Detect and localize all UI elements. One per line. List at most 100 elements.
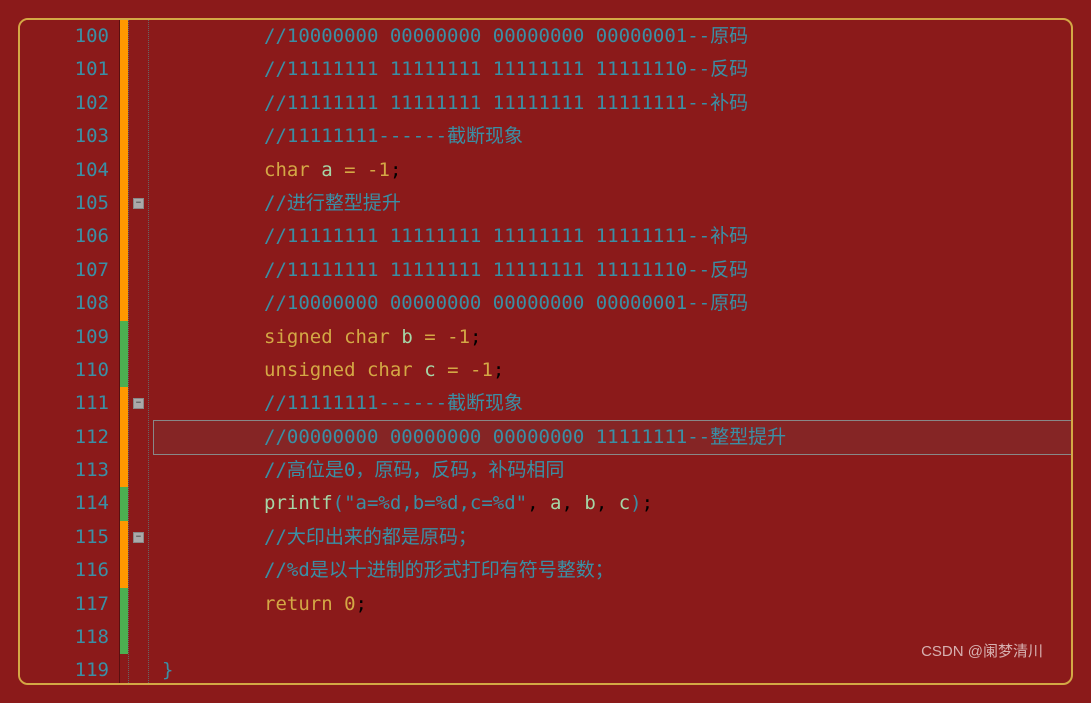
fold-slot	[129, 120, 148, 153]
token-identifier: a	[321, 159, 332, 181]
change-marker	[120, 387, 128, 420]
fold-collapse-icon[interactable]: −	[133, 398, 144, 409]
token-identifier: c	[619, 492, 630, 514]
token-plain: ;	[470, 326, 481, 348]
change-marker	[120, 187, 128, 220]
change-marker	[120, 87, 128, 120]
line-number: 104	[20, 154, 109, 187]
comment-text: //10000000 00000000 00000000 00000001--原…	[264, 292, 748, 314]
code-line[interactable]: //11111111 11111111 11111111 11111111--补…	[154, 87, 1071, 120]
fold-slot	[129, 621, 148, 654]
token-plain	[310, 159, 321, 181]
change-bar	[120, 20, 128, 683]
change-marker	[120, 621, 128, 654]
editor-frame: 1001011021031041051061071081091101111121…	[18, 18, 1073, 685]
code-line[interactable]: unsigned char c = -1;	[154, 354, 1071, 387]
token-plain: ,	[596, 492, 619, 514]
line-number: 100	[20, 20, 109, 53]
code-line[interactable]: //大印出来的都是原码；	[154, 521, 1071, 554]
line-number: 118	[20, 621, 109, 654]
line-number: 117	[20, 588, 109, 621]
code-line[interactable]: return 0;	[154, 588, 1071, 621]
token-plain	[390, 326, 401, 348]
change-marker	[120, 287, 128, 320]
fold-collapse-icon[interactable]: −	[133, 532, 144, 543]
fold-slot	[129, 254, 148, 287]
comment-text: //11111111 11111111 11111111 11111110--反…	[264, 259, 748, 281]
code-line[interactable]: printf("a=%d,b=%d,c=%d", a, b, c);	[154, 487, 1071, 520]
change-marker	[120, 220, 128, 253]
code-line[interactable]: //11111111 11111111 11111111 11111110--反…	[154, 53, 1071, 86]
line-number: 101	[20, 53, 109, 86]
code-content[interactable]: //10000000 00000000 00000000 00000001--原…	[154, 20, 1071, 683]
token-plain	[333, 593, 344, 615]
comment-text: //11111111------截断现象	[264, 125, 523, 147]
comment-text: //大印出来的都是原码；	[264, 526, 477, 548]
change-marker	[120, 588, 128, 621]
comment-text: //11111111 11111111 11111111 11111111--补…	[264, 225, 748, 247]
fold-collapse-icon[interactable]: −	[133, 198, 144, 209]
token-number: 1	[459, 326, 470, 348]
token-operator: =	[424, 326, 435, 348]
change-marker	[120, 654, 128, 685]
token-identifier: c	[424, 359, 435, 381]
token-plain: ;	[642, 492, 653, 514]
token-plain: ;	[493, 359, 504, 381]
fold-slot	[129, 654, 148, 685]
token-operator: =	[344, 159, 355, 181]
code-line[interactable]: //11111111 11111111 11111111 11111111--补…	[154, 220, 1071, 253]
line-number: 111	[20, 387, 109, 420]
change-marker	[120, 254, 128, 287]
token-keyword: return	[264, 593, 333, 615]
code-line[interactable]: //11111111------截断现象	[154, 387, 1071, 420]
fold-slot	[129, 554, 148, 587]
comment-text: //%d是以十进制的形式打印有符号整数；	[264, 559, 614, 581]
comment-text: //10000000 00000000 00000000 00000001--原…	[264, 25, 748, 47]
token-keyword: signed	[264, 326, 333, 348]
change-marker	[120, 154, 128, 187]
code-line[interactable]: signed char b = -1;	[154, 321, 1071, 354]
token-keyword: char	[344, 326, 390, 348]
fold-slot	[129, 53, 148, 86]
token-plain	[333, 159, 344, 181]
comment-text: //00000000 00000000 00000000 11111111--整…	[264, 426, 786, 448]
code-line[interactable]: //10000000 00000000 00000000 00000001--原…	[154, 20, 1071, 53]
token-identifier: b	[401, 326, 412, 348]
fold-slot	[129, 287, 148, 320]
fold-slot	[129, 487, 148, 520]
code-line[interactable]: char a = -1;	[154, 154, 1071, 187]
code-line[interactable]: //11111111 11111111 11111111 11111110--反…	[154, 254, 1071, 287]
code-line[interactable]: //进行整型提升	[154, 187, 1071, 220]
code-line[interactable]: //10000000 00000000 00000000 00000001--原…	[154, 287, 1071, 320]
line-number: 106	[20, 220, 109, 253]
line-number: 114	[20, 487, 109, 520]
fold-slot	[129, 454, 148, 487]
token-plain	[413, 359, 424, 381]
code-line[interactable]: //%d是以十进制的形式打印有符号整数；	[154, 554, 1071, 587]
comment-text: //高位是0，原码，反码，补码相同	[264, 459, 564, 481]
token-identifier: a	[550, 492, 561, 514]
comment-text: //11111111 11111111 11111111 11111111--补…	[264, 92, 748, 114]
line-number: 112	[20, 421, 109, 454]
code-line[interactable]: //高位是0，原码，反码，补码相同	[154, 454, 1071, 487]
change-marker	[120, 521, 128, 554]
code-line[interactable]: //11111111------截断现象	[154, 120, 1071, 153]
token-keyword: char	[367, 359, 413, 381]
line-number: 103	[20, 120, 109, 153]
fold-slot	[129, 20, 148, 53]
code-line[interactable]: //00000000 00000000 00000000 11111111--整…	[154, 421, 1071, 454]
token-paren: (	[333, 492, 344, 514]
fold-slot	[129, 154, 148, 187]
change-marker	[120, 53, 128, 86]
fold-slot: −	[129, 187, 148, 220]
token-identifier: b	[584, 492, 595, 514]
fold-slot	[129, 588, 148, 621]
change-marker	[120, 20, 128, 53]
token-string: "a=%d,b=%d,c=%d"	[344, 492, 527, 514]
token-operator: -	[367, 159, 378, 181]
line-number-gutter: 1001011021031041051061071081091101111121…	[20, 20, 120, 683]
fold-column: − − −	[128, 20, 148, 683]
line-number: 113	[20, 454, 109, 487]
comment-text: //11111111------截断现象	[264, 392, 523, 414]
fold-slot	[129, 321, 148, 354]
